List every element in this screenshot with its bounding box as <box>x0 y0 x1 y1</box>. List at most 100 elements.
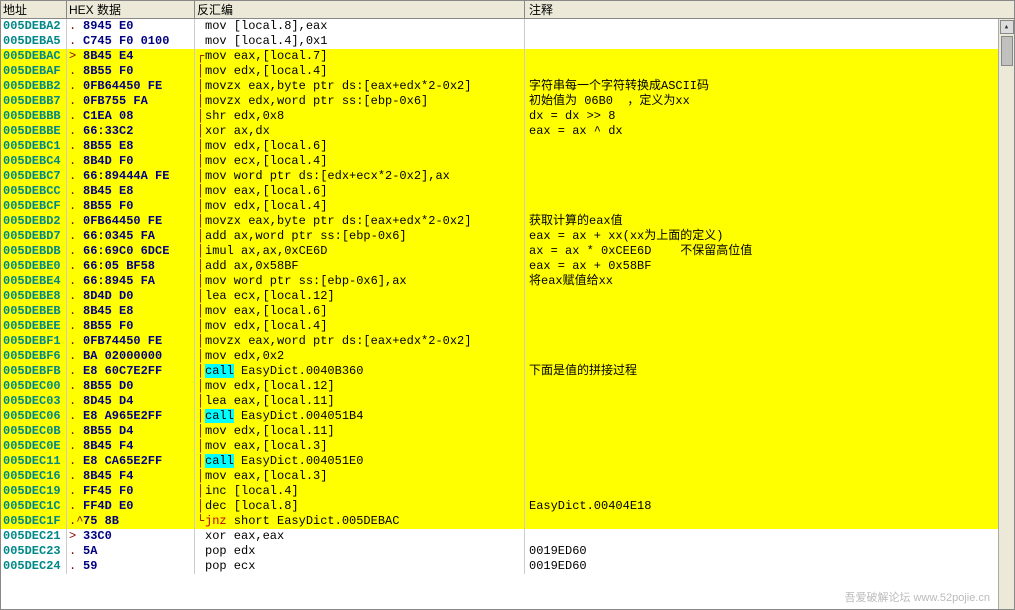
disasm-row[interactable]: 005DEC1F.^75 8B└jnz short EasyDict.005DE… <box>1 514 1014 529</box>
disasm-cell[interactable]: │xor ax,dx <box>195 124 525 139</box>
disasm-cell[interactable]: │imul ax,ax,0xCE6D <box>195 244 525 259</box>
hex-cell[interactable]: .C745 F0 0100 <box>67 34 195 49</box>
address-cell[interactable]: 005DEBE4 <box>1 274 67 289</box>
address-cell[interactable]: 005DEC0B <box>1 424 67 439</box>
comment-cell[interactable] <box>525 454 1014 469</box>
address-cell[interactable]: 005DEBA2 <box>1 19 67 34</box>
hex-cell[interactable]: .66:89444A FE <box>67 169 195 184</box>
comment-cell[interactable] <box>525 199 1014 214</box>
disasm-cell[interactable]: │mov eax,[local.6] <box>195 304 525 319</box>
hex-cell[interactable]: .^75 8B <box>67 514 195 529</box>
hex-cell[interactable]: .FF45 F0 <box>67 484 195 499</box>
hex-cell[interactable]: .0FB755 FA <box>67 94 195 109</box>
address-cell[interactable]: 005DEBEB <box>1 304 67 319</box>
hex-cell[interactable]: >33C0 <box>67 529 195 544</box>
hex-cell[interactable]: .E8 CA65E2FF <box>67 454 195 469</box>
comment-cell[interactable] <box>525 184 1014 199</box>
disasm-row[interactable]: 005DEBFB.E8 60C7E2FF│call EasyDict.0040B… <box>1 364 1014 379</box>
address-cell[interactable]: 005DEC21 <box>1 529 67 544</box>
disasm-cell[interactable]: │movzx eax,byte ptr ds:[eax+edx*2-0x2] <box>195 79 525 94</box>
disasm-row[interactable]: 005DEC16.8B45 F4│mov eax,[local.3] <box>1 469 1014 484</box>
comment-cell[interactable] <box>525 304 1014 319</box>
address-cell[interactable]: 005DEBBE <box>1 124 67 139</box>
hex-cell[interactable]: .8D4D D0 <box>67 289 195 304</box>
hex-cell[interactable]: .59 <box>67 559 195 574</box>
comment-cell[interactable] <box>525 289 1014 304</box>
address-cell[interactable]: 005DEBD7 <box>1 229 67 244</box>
address-cell[interactable]: 005DEBCF <box>1 199 67 214</box>
disasm-row[interactable]: 005DEC1C.FF4D E0│dec [local.8]EasyDict.0… <box>1 499 1014 514</box>
disasm-row[interactable]: 005DEBE8.8D4D D0│lea ecx,[local.12] <box>1 289 1014 304</box>
address-cell[interactable]: 005DEBA5 <box>1 34 67 49</box>
comment-cell[interactable]: 下面是值的拼接过程 <box>525 364 1014 379</box>
disasm-cell[interactable]: pop ecx <box>195 559 525 574</box>
comment-cell[interactable]: dx = dx >> 8 <box>525 109 1014 124</box>
disasm-cell[interactable]: │mov edx,0x2 <box>195 349 525 364</box>
address-cell[interactable]: 005DEBB2 <box>1 79 67 94</box>
hex-cell[interactable]: >8B45 E4 <box>67 49 195 64</box>
address-cell[interactable]: 005DEC1F <box>1 514 67 529</box>
disasm-cell[interactable]: │mov ecx,[local.4] <box>195 154 525 169</box>
address-cell[interactable]: 005DEBCC <box>1 184 67 199</box>
hex-cell[interactable]: .0FB64450 FE <box>67 214 195 229</box>
disasm-row[interactable]: 005DEBC1.8B55 E8│mov edx,[local.6] <box>1 139 1014 154</box>
comment-cell[interactable]: eax = ax + xx(xx为上面的定义) <box>525 229 1014 244</box>
disasm-cell[interactable]: │mov edx,[local.12] <box>195 379 525 394</box>
comment-cell[interactable] <box>525 409 1014 424</box>
disasm-row[interactable]: 005DEBAF.8B55 F0│mov edx,[local.4] <box>1 64 1014 79</box>
disasm-cell[interactable]: │call EasyDict.0040B360 <box>195 364 525 379</box>
disasm-row[interactable]: 005DEBC4.8B4D F0│mov ecx,[local.4] <box>1 154 1014 169</box>
disasm-cell[interactable]: xor eax,eax <box>195 529 525 544</box>
comment-cell[interactable]: 将eax赋值给xx <box>525 274 1014 289</box>
disasm-cell[interactable]: │mov eax,[local.6] <box>195 184 525 199</box>
comment-cell[interactable] <box>525 64 1014 79</box>
disasm-row[interactable]: 005DEBD7.66:0345 FA│add ax,word ptr ss:[… <box>1 229 1014 244</box>
vertical-scrollbar[interactable]: ▴ <box>998 19 1014 609</box>
address-cell[interactable]: 005DEBF1 <box>1 334 67 349</box>
header-disasm[interactable]: 反汇编 <box>195 1 525 18</box>
address-cell[interactable]: 005DEBAF <box>1 64 67 79</box>
address-cell[interactable]: 005DEC19 <box>1 484 67 499</box>
comment-cell[interactable] <box>525 169 1014 184</box>
hex-cell[interactable]: .8B45 F4 <box>67 439 195 454</box>
hex-cell[interactable]: .8B55 F0 <box>67 199 195 214</box>
comment-cell[interactable] <box>525 424 1014 439</box>
scroll-thumb[interactable] <box>1001 36 1013 66</box>
hex-cell[interactable]: .8B55 E8 <box>67 139 195 154</box>
disassembly-listing[interactable]: 005DEBA2.8945 E0 mov [local.8],eax005DEB… <box>1 19 1014 574</box>
address-cell[interactable]: 005DEBBB <box>1 109 67 124</box>
hex-cell[interactable]: .8B45 E8 <box>67 304 195 319</box>
disasm-cell[interactable]: ┌mov eax,[local.7] <box>195 49 525 64</box>
comment-cell[interactable] <box>525 349 1014 364</box>
disasm-cell[interactable]: │mov eax,[local.3] <box>195 469 525 484</box>
comment-cell[interactable]: EasyDict.00404E18 <box>525 499 1014 514</box>
comment-cell[interactable] <box>525 139 1014 154</box>
comment-cell[interactable]: 字符串每一个字符转换成ASCII码 <box>525 79 1014 94</box>
comment-cell[interactable] <box>525 514 1014 529</box>
hex-cell[interactable]: .5A <box>67 544 195 559</box>
disasm-row[interactable]: 005DEC21>33C0 xor eax,eax <box>1 529 1014 544</box>
disasm-cell[interactable]: │movzx eax,word ptr ds:[eax+edx*2-0x2] <box>195 334 525 349</box>
disasm-row[interactable]: 005DEC03.8D45 D4│lea eax,[local.11] <box>1 394 1014 409</box>
address-cell[interactable]: 005DEC23 <box>1 544 67 559</box>
disasm-row[interactable]: 005DEBAC>8B45 E4┌mov eax,[local.7] <box>1 49 1014 64</box>
hex-cell[interactable]: .8B45 F4 <box>67 469 195 484</box>
disasm-row[interactable]: 005DEBC7.66:89444A FE│mov word ptr ds:[e… <box>1 169 1014 184</box>
hex-cell[interactable]: .8B55 F0 <box>67 319 195 334</box>
disasm-cell[interactable]: │shr edx,0x8 <box>195 109 525 124</box>
disasm-row[interactable]: 005DEBA2.8945 E0 mov [local.8],eax <box>1 19 1014 34</box>
comment-cell[interactable] <box>525 34 1014 49</box>
comment-cell[interactable] <box>525 469 1014 484</box>
address-cell[interactable]: 005DEBC1 <box>1 139 67 154</box>
comment-cell[interactable] <box>525 379 1014 394</box>
disasm-cell[interactable]: │lea eax,[local.11] <box>195 394 525 409</box>
address-cell[interactable]: 005DEC00 <box>1 379 67 394</box>
hex-cell[interactable]: .0FB74450 FE <box>67 334 195 349</box>
disasm-row[interactable]: 005DEBDB.66:69C0 6DCE│imul ax,ax,0xCE6Da… <box>1 244 1014 259</box>
disasm-cell[interactable]: pop edx <box>195 544 525 559</box>
disasm-row[interactable]: 005DEBD2.0FB64450 FE│movzx eax,byte ptr … <box>1 214 1014 229</box>
disasm-cell[interactable]: │mov edx,[local.4] <box>195 199 525 214</box>
hex-cell[interactable]: .66:05 BF58 <box>67 259 195 274</box>
header-comment[interactable]: 注释 <box>525 1 1014 18</box>
hex-cell[interactable]: .8B55 F0 <box>67 64 195 79</box>
